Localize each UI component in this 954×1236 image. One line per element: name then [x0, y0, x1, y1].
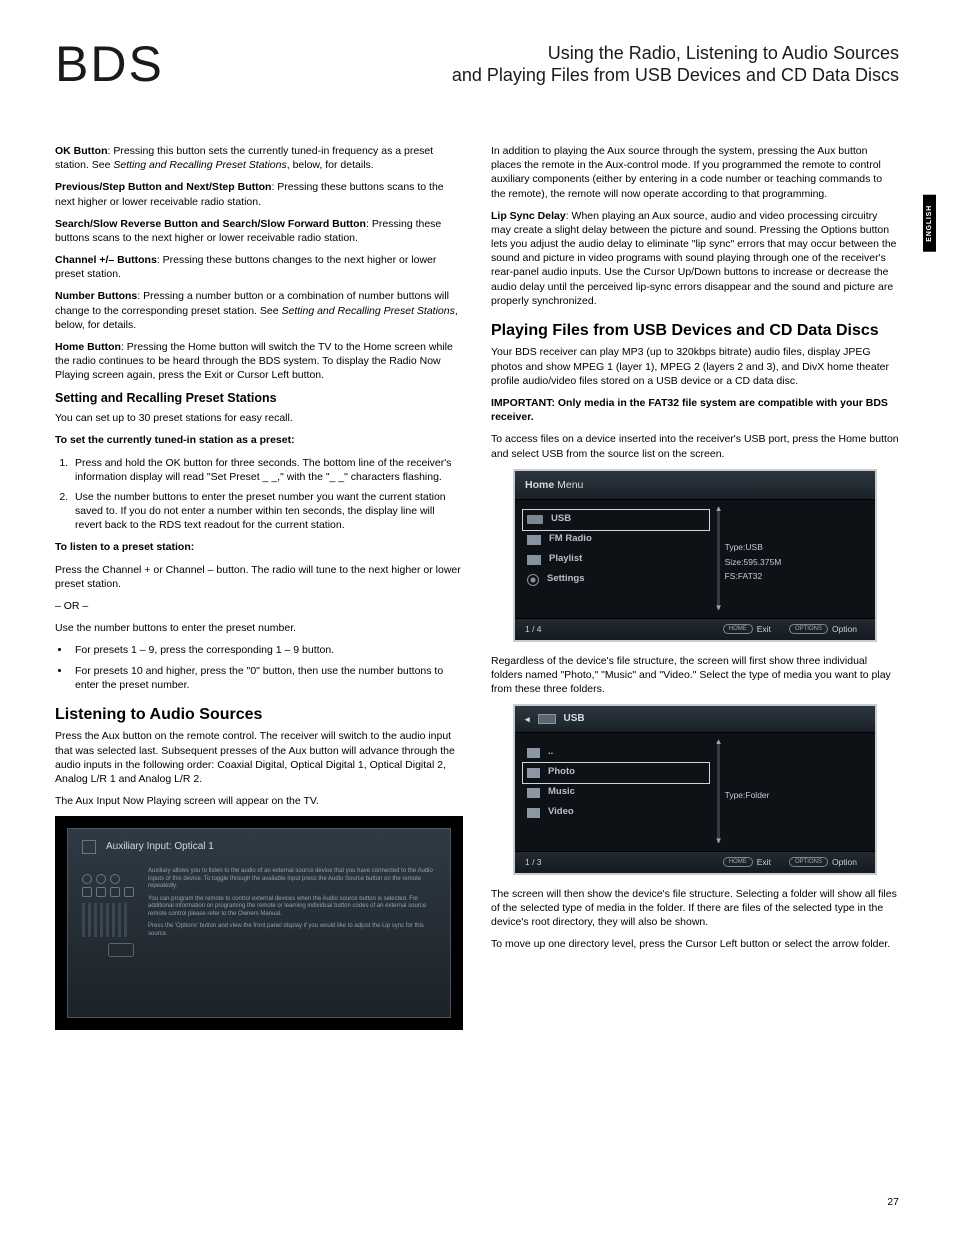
menu-info-panel: Type:USB Size:595.375M FS:FAT32 [717, 500, 875, 618]
usb-icon [538, 714, 556, 724]
folder-icon [527, 808, 540, 818]
back-icon: ◂ [525, 713, 530, 725]
home-exit-button[interactable]: HOMEExit [723, 624, 771, 635]
folder-up-icon [527, 748, 540, 758]
aux-input-screenshot: Auxiliary Input: Optical 1 Auxiliary all… [55, 816, 463, 1030]
options-button[interactable]: OPTIONSOption [789, 857, 857, 868]
language-tab: ENGLISH [923, 195, 936, 252]
page-number: 27 [887, 1196, 899, 1208]
menu-item-settings[interactable]: Settings [523, 570, 709, 590]
usb-icon [527, 515, 543, 524]
playlist-icon [527, 555, 541, 565]
preset-steps: Press and hold the OK button for three s… [71, 456, 463, 533]
heading-audio-sources: Listening to Audio Sources [55, 704, 463, 726]
brand-title: BDS [55, 35, 164, 93]
section-title: Using the Radio, Listening to Audio Sour… [452, 42, 899, 87]
menu-info-panel: Type:Folder [717, 733, 875, 851]
home-exit-button[interactable]: HOMEExit [723, 857, 771, 868]
right-column: In addition to playing the Aux source th… [491, 144, 899, 1040]
menu-item-music[interactable]: Music [523, 783, 709, 803]
menu-title: Home Menu [515, 471, 875, 500]
menu-item-playlist[interactable]: Playlist [523, 550, 709, 570]
folder-icon [527, 768, 540, 778]
menu-item-video[interactable]: Video [523, 803, 709, 823]
menu-item-usb[interactable]: USB [523, 510, 709, 530]
gear-icon [527, 574, 539, 586]
usb-menu-screenshot: ◂ USB .. Photo Music Video ▲ ▼ Type:F [513, 704, 877, 875]
item-count: 1 / 4 [515, 624, 571, 635]
screen-icon [82, 840, 96, 854]
menu-item-up[interactable]: .. [523, 743, 709, 763]
radio-icon [527, 535, 541, 545]
home-menu-screenshot: Home Menu USB FM Radio Playlist Settings… [513, 469, 877, 642]
menu-item-photo[interactable]: Photo [523, 763, 709, 783]
heading-preset: Setting and Recalling Preset Stations [55, 390, 463, 407]
heading-usb-cd: Playing Files from USB Devices and CD Da… [491, 320, 899, 342]
item-count: 1 / 3 [515, 857, 571, 868]
folder-icon [527, 788, 540, 798]
left-column: OK Button: Pressing this button sets the… [55, 144, 463, 1040]
options-button[interactable]: OPTIONSOption [789, 624, 857, 635]
breadcrumb: ◂ USB [515, 706, 875, 733]
menu-item-fm[interactable]: FM Radio [523, 530, 709, 550]
equalizer-icon [82, 868, 134, 957]
page-header: BDS Using the Radio, Listening to Audio … [55, 35, 899, 99]
